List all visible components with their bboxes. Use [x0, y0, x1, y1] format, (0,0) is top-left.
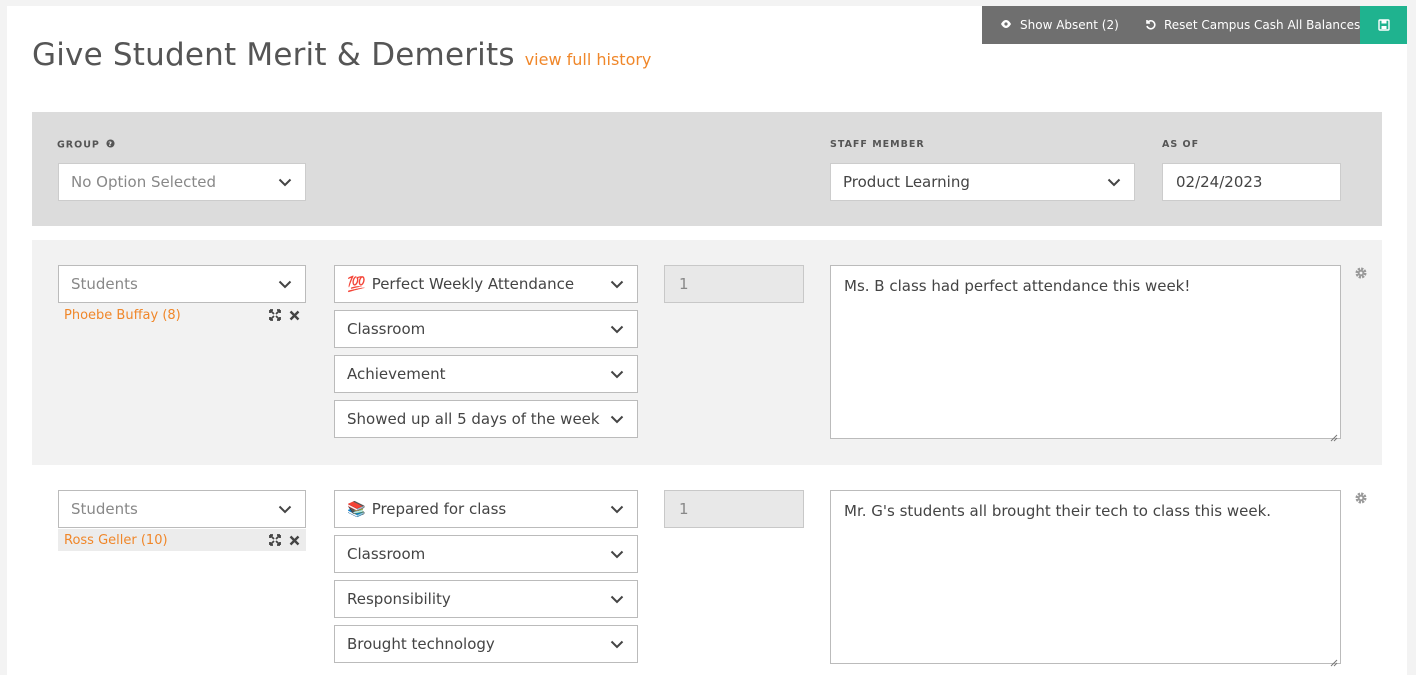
location-select[interactable]: Classroom — [334, 310, 638, 348]
eye-icon — [1000, 18, 1012, 32]
category-select[interactable]: Responsibility — [334, 580, 638, 618]
show-absent-label: Show Absent (2) — [1020, 18, 1119, 32]
reason-select[interactable]: Brought technology — [334, 625, 638, 663]
gear-icon[interactable] — [1354, 490, 1368, 504]
chevron-down-icon — [1106, 174, 1122, 190]
selected-student-tag: Ross Geller (10) — [58, 529, 306, 551]
group-label: GROUP ? — [57, 139, 115, 151]
title-row: Give Student Merit & Demerits view full … — [32, 37, 651, 73]
chevron-down-icon — [609, 321, 625, 337]
expand-icon[interactable] — [269, 531, 281, 550]
behavior-select[interactable]: 📚 Prepared for class — [334, 490, 638, 528]
students-select[interactable]: Students — [58, 265, 306, 303]
entry-row: Students Ross Geller (10) 📚 Prepared for … — [32, 465, 1382, 675]
expand-icon[interactable] — [269, 306, 281, 325]
remove-icon[interactable] — [289, 306, 300, 325]
points-input[interactable]: 1 — [664, 490, 804, 528]
chevron-down-icon — [609, 636, 625, 652]
chevron-down-icon — [277, 276, 293, 292]
save-button[interactable] — [1360, 6, 1407, 44]
category-select[interactable]: Achievement — [334, 355, 638, 393]
selected-student-tag: Phoebe Buffay (8) — [58, 304, 306, 326]
gear-icon[interactable] — [1354, 265, 1368, 279]
entry-row: Students Phoebe Buffay (8) 💯 Perfect Week… — [32, 240, 1382, 465]
staff-member-select[interactable]: Product Learning — [830, 163, 1135, 201]
behavior-emoji: 💯 — [347, 275, 366, 293]
students-select[interactable]: Students — [58, 490, 306, 528]
filter-bar: GROUP ? No Option Selected STAFF MEMBER … — [32, 112, 1382, 226]
student-name-link[interactable]: Ross Geller (10) — [64, 533, 168, 548]
reset-label: Reset Campus Cash All Balances — [1164, 18, 1361, 32]
reason-select[interactable]: Showed up all 5 days of the week — [334, 400, 638, 438]
as-of-date-input[interactable]: 02/24/2023 — [1162, 163, 1341, 201]
comment-textarea[interactable]: Ms. B class had perfect attendance this … — [830, 265, 1341, 442]
page: Show Absent (2) Reset Campus Cash All Ba… — [7, 6, 1407, 675]
remove-icon[interactable] — [289, 531, 300, 550]
chevron-down-icon — [609, 411, 625, 427]
points-input[interactable]: 1 — [664, 265, 804, 303]
top-toolbar: Show Absent (2) Reset Campus Cash All Ba… — [982, 6, 1407, 44]
group-select[interactable]: No Option Selected — [58, 163, 306, 201]
chevron-down-icon — [609, 546, 625, 562]
as-of-label: AS OF — [1162, 139, 1200, 150]
staff-member-label: STAFF MEMBER — [830, 139, 925, 150]
chevron-down-icon — [609, 591, 625, 607]
resize-handle-icon[interactable] — [1330, 653, 1338, 667]
chevron-down-icon — [609, 366, 625, 382]
behavior-emoji: 📚 — [347, 500, 366, 518]
svg-text:?: ? — [108, 141, 113, 148]
comment-textarea[interactable]: Mr. G's students all brought their tech … — [830, 490, 1341, 667]
reset-campus-cash-button[interactable]: Reset Campus Cash All Balances — [1126, 6, 1360, 44]
location-select[interactable]: Classroom — [334, 535, 638, 573]
page-title: Give Student Merit & Demerits — [32, 37, 515, 73]
help-icon[interactable]: ? — [106, 139, 115, 151]
undo-icon — [1144, 18, 1156, 33]
chevron-down-icon — [609, 501, 625, 517]
view-full-history-link[interactable]: view full history — [525, 50, 652, 69]
behavior-select[interactable]: 💯 Perfect Weekly Attendance — [334, 265, 638, 303]
show-absent-button[interactable]: Show Absent (2) — [982, 6, 1126, 44]
chevron-down-icon — [277, 174, 293, 190]
chevron-down-icon — [609, 276, 625, 292]
student-name-link[interactable]: Phoebe Buffay (8) — [64, 308, 181, 323]
resize-handle-icon[interactable] — [1330, 428, 1338, 442]
save-icon — [1377, 16, 1390, 35]
chevron-down-icon — [277, 501, 293, 517]
